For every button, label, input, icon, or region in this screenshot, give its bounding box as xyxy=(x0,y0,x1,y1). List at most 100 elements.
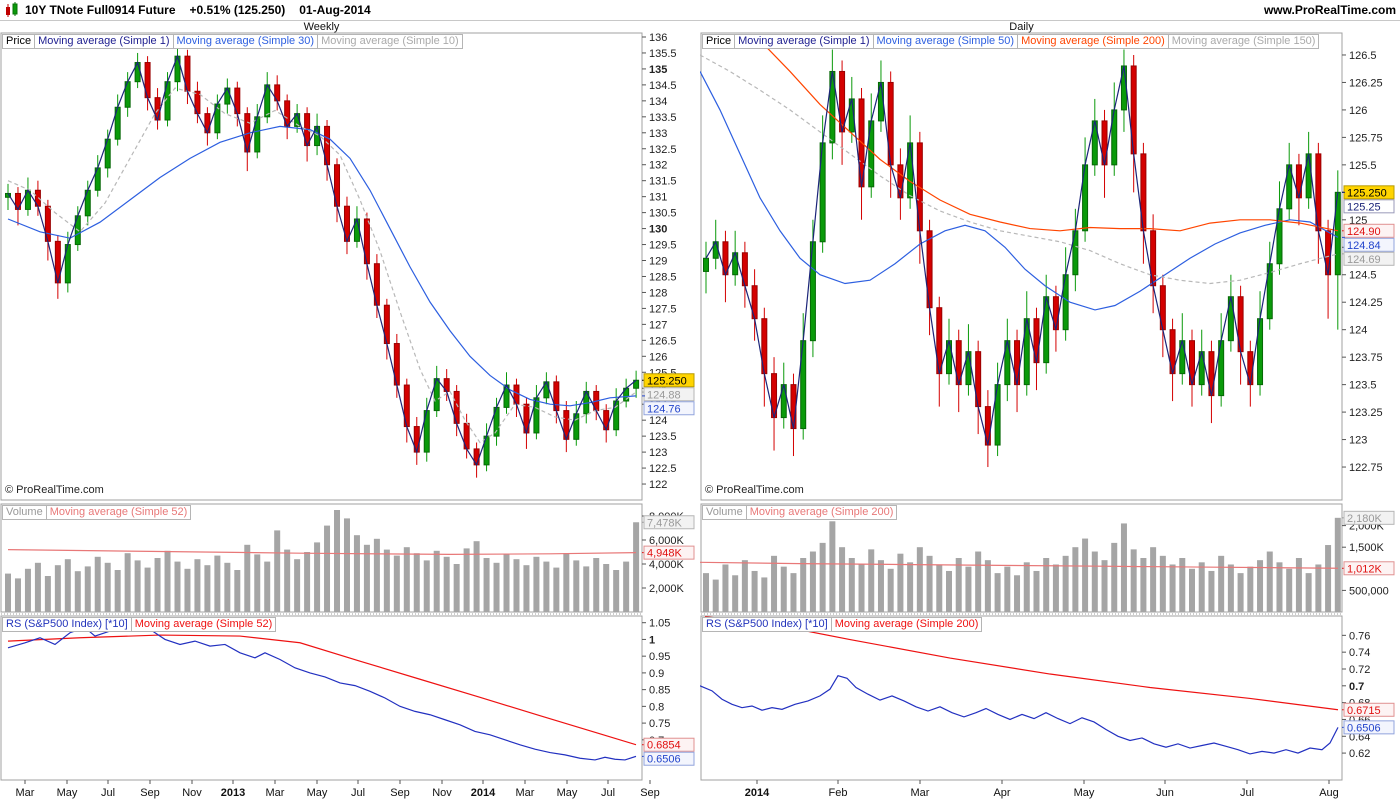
x-tick-label: May xyxy=(557,787,578,799)
y-tick-label: 132.5 xyxy=(649,144,677,156)
y-tick-label: 129 xyxy=(649,256,667,268)
y-tick-label: 123 xyxy=(1349,435,1367,447)
y-tick-label: 0.76 xyxy=(1349,630,1370,642)
legend-item[interactable]: Moving average (Simple 50) xyxy=(872,34,1019,49)
y-tick-label: 130.5 xyxy=(649,208,677,220)
y-tick-label: 125.5 xyxy=(1349,160,1377,172)
y-tick-label: 0.74 xyxy=(1349,647,1370,659)
y-tick-label: 135.5 xyxy=(649,48,677,60)
y-tick-label: 133 xyxy=(649,128,667,140)
legend-item[interactable]: Price xyxy=(2,34,36,49)
y-tick-label: 136 xyxy=(649,32,667,44)
value-badge-label: 124.76 xyxy=(647,403,681,415)
y-tick-label: 0.9 xyxy=(649,668,664,680)
x-tick-label: Mar xyxy=(16,787,35,799)
y-tick-label: 2,000K xyxy=(649,583,685,595)
legend-item[interactable]: Moving average (Simple 1) xyxy=(734,34,874,49)
y-tick-label: 0.95 xyxy=(649,651,670,663)
value-badge-label: 124.84 xyxy=(1347,240,1381,252)
y-tick-label: 128.5 xyxy=(649,271,677,283)
value-badge-label: 0.6715 xyxy=(1347,705,1381,717)
value-badge-label: 4,948K xyxy=(647,548,683,560)
value-badge-label: 7,478K xyxy=(647,517,683,529)
y-tick-label: 129.5 xyxy=(649,240,677,252)
prorealtime-workspace: 10Y TNote Full0914 Future +0.51% (125.25… xyxy=(0,0,1400,800)
legend-item[interactable]: Moving average (Simple 200) xyxy=(830,617,983,632)
legend-item[interactable]: Moving average (Simple 52) xyxy=(45,505,192,520)
chart-group-weekly: Weekly 122122.5123123.5124124.5125125.51… xyxy=(0,0,700,800)
y-tick-label: 0.85 xyxy=(649,685,670,697)
legend-item[interactable]: RS (S&P500 Index) [*10] xyxy=(2,617,132,632)
y-tick-label: 123.5 xyxy=(1349,380,1377,392)
value-badge-label: 124.69 xyxy=(1347,254,1381,266)
y-tick-label: 0.75 xyxy=(649,718,670,730)
legend-item[interactable]: Moving average (Simple 200) xyxy=(745,505,898,520)
legend-item[interactable]: Price xyxy=(702,34,736,49)
x-tick-label: Jul xyxy=(101,787,115,799)
y-tick-label: 135 xyxy=(649,64,667,76)
x-tick-label: 2014 xyxy=(745,787,770,799)
legend-item[interactable]: Volume xyxy=(702,505,747,520)
value-badge-label: 125.250 xyxy=(647,375,687,387)
watermark: © ProRealTime.com xyxy=(705,484,804,496)
y-tick-label: 6,000K xyxy=(649,535,685,547)
x-tick-label: Nov xyxy=(182,787,202,799)
legend-item[interactable]: Moving average (Simple 150) xyxy=(1167,34,1320,49)
y-tick-label: 1,500K xyxy=(1349,542,1385,554)
y-tick-label: 126 xyxy=(1349,105,1367,117)
daily-rs-legend: RS (S&P500 Index) [*10] Moving average (S… xyxy=(702,617,983,632)
legend-item[interactable]: Moving average (Simple 30) xyxy=(172,34,319,49)
weekly-chart-canvas[interactable]: 122122.5123123.5124124.5125125.5126126.5… xyxy=(0,22,700,800)
y-tick-label: 124 xyxy=(649,415,667,427)
y-tick-label: 1 xyxy=(649,634,655,646)
y-tick-label: 126.5 xyxy=(649,335,677,347)
y-tick-label: 123 xyxy=(649,447,667,459)
y-tick-label: 126 xyxy=(649,351,667,363)
panel-border xyxy=(0,32,643,501)
x-tick-label: Sep xyxy=(640,787,660,799)
y-tick-label: 134 xyxy=(649,96,667,108)
x-tick-label: Sep xyxy=(140,787,160,799)
value-badge-label: 0.6506 xyxy=(1347,722,1381,734)
y-tick-label: 124 xyxy=(1349,325,1367,337)
daily-price-legend: Price Moving average (Simple 1) Moving ave… xyxy=(702,34,1320,49)
x-tick-label: 2014 xyxy=(471,787,496,799)
x-tick-label: Jul xyxy=(601,787,615,799)
y-tick-label: 126.5 xyxy=(1349,50,1377,62)
value-badge-label: 125.250 xyxy=(1347,187,1387,199)
y-tick-label: 131 xyxy=(649,192,667,204)
x-tick-label: May xyxy=(307,787,328,799)
x-tick-label: Sep xyxy=(390,787,410,799)
x-tick-label: Jun xyxy=(1156,787,1174,799)
legend-item[interactable]: Moving average (Simple 200) xyxy=(1017,34,1169,49)
watermark: © ProRealTime.com xyxy=(5,484,104,496)
x-tick-label: 2013 xyxy=(221,787,245,799)
x-tick-label: Mar xyxy=(516,787,535,799)
y-tick-label: 123.5 xyxy=(649,431,677,443)
x-tick-label: Nov xyxy=(432,787,452,799)
legend-item[interactable]: Moving average (Simple 52) xyxy=(130,617,277,632)
panel-border xyxy=(700,32,1343,501)
x-tick-label: Jul xyxy=(351,787,365,799)
y-tick-label: 122 xyxy=(649,479,667,491)
legend-item[interactable]: Moving average (Simple 10) xyxy=(317,34,463,49)
x-tick-label: Apr xyxy=(993,787,1010,799)
y-tick-label: 0.7 xyxy=(1349,681,1364,693)
legend-item[interactable]: RS (S&P500 Index) [*10] xyxy=(702,617,832,632)
x-tick-label: May xyxy=(57,787,78,799)
chart-group-daily: Daily 122.75 123 123.25 123.5 123.75 124 124.2… xyxy=(700,0,1400,800)
x-tick-label: Mar xyxy=(266,787,285,799)
x-tick-label: May xyxy=(1074,787,1095,799)
y-tick-label: 134.5 xyxy=(649,80,677,92)
x-tick-label: Jul xyxy=(1240,787,1254,799)
daily-chart-canvas[interactable]: 122.75 123 123.25 123.5 123.75 124 124.25 124.5… xyxy=(700,22,1400,800)
value-badge-label: 125.25 xyxy=(1347,201,1381,213)
legend-item[interactable]: Moving average (Simple 1) xyxy=(34,34,174,49)
daily-volume-legend: Volume Moving average (Simple 200) xyxy=(702,505,898,520)
legend-item[interactable]: Volume xyxy=(2,505,47,520)
panel-border xyxy=(0,615,643,781)
x-tick-label: Mar xyxy=(911,787,930,799)
y-tick-label: 0.8 xyxy=(649,701,664,713)
weekly-volume-legend: Volume Moving average (Simple 52) xyxy=(2,505,192,520)
value-badge-label: 0.6506 xyxy=(647,754,681,766)
